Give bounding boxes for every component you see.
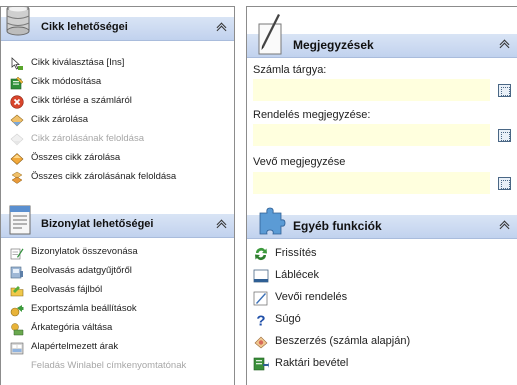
lablecek-item[interactable]: Láblécek [253,265,513,287]
right-task-panel: Megjegyzések Számla tárgya: Rendelés meg… [246,6,517,385]
osszes-cikk-zarolas-feloldasa-item[interactable]: Összes cikk zárolásának feloldása [10,168,232,187]
item-label: Láblécek [275,269,320,281]
item-label: Cikk zárolásának feloldása [31,133,145,144]
item-label: Exportszámla beállítások [31,303,137,314]
item-label: Beolvasás fájlból [31,284,103,295]
delete-x-icon [10,95,24,109]
price-category-icon [11,323,24,336]
vevoi-rendeles-item[interactable]: Vevői rendelés [253,287,513,309]
open-file-icon [10,286,24,297]
scanner-icon [10,266,23,279]
megjegyzesek-section-title: Megjegyzések [293,38,374,52]
export-money-icon [10,305,24,317]
svg-text:?: ? [256,313,265,329]
sugo-item[interactable]: ? Súgó [253,309,513,331]
item-label: Beolvasás adatgyűjtőről [31,265,132,276]
collapse-chevron-icon[interactable] [217,220,226,230]
database-icon [6,7,30,36]
osszes-cikk-zarolasa-item[interactable]: Összes cikk zárolása [10,149,232,168]
cikk-zarolas-feloldasa-item: Cikk zárolásának feloldása [10,130,232,149]
cikk-zarolasa-item[interactable]: Cikk zárolása [10,111,232,130]
vevo-megjegyzese-field[interactable] [253,172,490,194]
refresh-icon [255,248,267,260]
szamla-targya-field[interactable] [253,79,490,101]
unlock-all-icon [11,171,23,184]
frissites-item[interactable]: Frissítés [253,243,513,265]
cikk-section-title: Cikk lehetőségei [41,21,128,33]
item-label: Cikk módosítása [31,76,102,87]
expand-field-icon[interactable] [498,177,511,190]
item-label: Vevői rendelés [275,291,348,303]
beolvasas-fajlbol-item[interactable]: Beolvasás fájlból [10,281,232,300]
bizonylat-section-title: Bizonylat lehetőségei [41,218,154,230]
cikk-kivalasztasa-item[interactable]: Cikk kiválasztása [Ins] [10,54,232,73]
item-label: Alapértelmezett árak [31,341,119,352]
item-label: Cikk törlése a számláról [31,95,132,106]
item-label: Összes cikk zárolása [31,152,121,163]
egyeb-funkciok-section-title: Egyéb funkciók [293,219,382,233]
document-icon [9,205,31,235]
lock-all-icon [10,153,24,165]
szamla-targya-label: Számla tárgya: [253,64,327,76]
exportszamla-beallitasok-item[interactable]: Exportszámla beállítások [10,300,232,319]
warehouse-receipt-icon [253,357,269,371]
item-label: Cikk zárolása [31,114,89,125]
egyeb-funkciok-section-header[interactable]: Egyéb funkciók [247,207,517,239]
item-label: Cikk kiválasztása [Ins] [31,57,125,68]
merge-pen-icon [10,248,24,260]
purchase-icon [254,336,268,349]
megjegyzesek-section-header[interactable]: Megjegyzések [247,14,517,58]
item-label: Súgó [275,313,301,325]
help-icon: ? [256,313,265,329]
expand-field-icon[interactable] [498,129,511,142]
item-label: Beszerzés (számla alapján) [275,335,411,347]
vevo-megjegyzese-label: Vevő megjegyzése [253,156,346,168]
item-label: Frissítés [275,247,317,259]
item-label: Összes cikk zárolásának feloldása [31,171,177,182]
edit-sheet-icon [10,76,24,90]
item-label: Raktári bevétel [275,357,349,369]
left-task-panel: Cikk lehetőségei Cikk kiválasztása [Ins]… [0,6,235,385]
beolvasas-adatgyujtorol-item[interactable]: Beolvasás adatgyűjtőről [10,262,232,281]
alapertelmezett-arak-item[interactable]: Alapértelmezett árak [10,338,232,357]
raktari-bevetel-item[interactable]: Raktári bevétel [253,353,513,375]
bizonylatok-osszevonasa-item[interactable]: Bizonylatok összevonása [10,243,232,262]
collapse-chevron-icon[interactable] [217,23,226,33]
default-price-icon [10,342,24,355]
footer-icon [253,269,269,283]
item-label: Árkategória váltása [31,322,113,333]
beszerzes-item[interactable]: Beszerzés (számla alapján) [253,331,513,353]
unlock-tag-icon [10,133,24,146]
lock-tag-icon [10,114,24,127]
bizonylat-section-header[interactable]: Bizonylat lehetőségei [1,205,234,238]
feladas-winlabel-item: Feladás Winlabel címkenyomtatónak [10,357,232,376]
rendeles-megjegyzese-field[interactable] [253,124,490,146]
expand-field-icon[interactable] [498,84,511,97]
arkategoria-valtasa-item[interactable]: Árkategória váltása [10,319,232,338]
pointer-select-icon [11,57,23,70]
puzzle-icon [259,207,286,235]
pen-note-icon [258,14,282,55]
item-label: Bizonylatok összevonása [31,246,138,257]
rendeles-megjegyzese-label: Rendelés megjegyzése: [253,109,371,121]
collapse-chevron-icon[interactable] [500,221,509,231]
customer-order-icon [253,291,268,306]
collapse-chevron-icon[interactable] [500,40,509,50]
cikk-modositasa-item[interactable]: Cikk módosítása [10,73,232,92]
item-label: Feladás Winlabel címkenyomtatónak [31,360,187,371]
cikk-torlese-item[interactable]: Cikk törlése a számláról [10,92,232,111]
cikk-section-header[interactable]: Cikk lehetőségei [1,7,234,41]
